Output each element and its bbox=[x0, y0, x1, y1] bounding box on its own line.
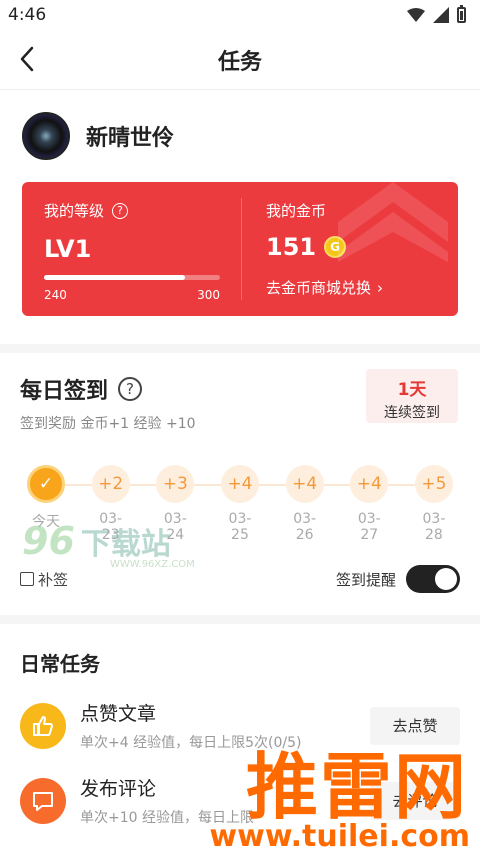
help-icon[interactable]: ? bbox=[118, 377, 143, 401]
level-coins-card: 我的等级 ? LV1 240 300 我的金币 151 G 去金币商城兑换 › bbox=[22, 182, 458, 316]
checkin-days: ✓ 今天 +2 03-23 +3 03-24 +4 03-25 +4 03-26 +4 03-27 +5… bbox=[20, 465, 460, 543]
task-item: 点赞文章 单次+4 经验值，每日上限5次(0/5) 去点赞 bbox=[20, 699, 460, 752]
task-desc: 单次+4 经验值，每日上限5次(0/5) bbox=[80, 735, 302, 751]
level-label-row: 我的等级 ? bbox=[44, 200, 219, 221]
day-label: 03-26 bbox=[293, 511, 317, 543]
task-info: 发布评论 单次+10 经验值，每日上限 bbox=[80, 774, 370, 827]
streak-label: 连续签到 bbox=[384, 405, 440, 421]
profile-section: 新晴世伶 我的等级 ? LV1 240 300 我的金币 151 G 去金币商城… bbox=[0, 90, 480, 344]
coin-shop-link[interactable]: 去金币商城兑换 › bbox=[266, 277, 434, 298]
level-label: 我的等级 bbox=[44, 202, 105, 220]
reminder-toggle[interactable] bbox=[406, 565, 460, 593]
comment-task-button[interactable]: 去评论 bbox=[370, 781, 460, 820]
coin-shop-label: 去金币商城兑换 bbox=[266, 279, 372, 297]
day-reward: +5 bbox=[414, 465, 453, 503]
day-label: 03-25 bbox=[228, 511, 252, 543]
day-reward: +4 bbox=[220, 465, 259, 503]
day-label: 今天 bbox=[32, 514, 60, 530]
like-task-button[interactable]: 去点赞 bbox=[370, 706, 460, 745]
back-arrow-icon[interactable] bbox=[14, 44, 42, 74]
chevron-right-icon: › bbox=[377, 278, 384, 297]
checkmark-icon: ✓ bbox=[27, 465, 65, 503]
task-name: 发布评论 bbox=[80, 778, 157, 800]
checkin-day: +4 03-25 bbox=[220, 465, 260, 543]
checkin-title: 每日签到 bbox=[20, 379, 109, 404]
user-row: 新晴世伶 bbox=[22, 90, 458, 182]
comment-icon bbox=[20, 777, 66, 824]
calendar-icon bbox=[20, 572, 34, 586]
makeup-label: 补签 bbox=[38, 570, 69, 589]
streak-count: 1天 bbox=[397, 380, 427, 400]
makeup-checkin-button[interactable]: 补签 bbox=[20, 569, 68, 590]
day-reward: +4 bbox=[350, 465, 389, 503]
signal-icon bbox=[433, 7, 449, 23]
checkin-day: +5 03-28 bbox=[414, 465, 454, 543]
checkin-day: +3 03-24 bbox=[155, 465, 195, 543]
task-info: 点赞文章 单次+4 经验值，每日上限5次(0/5) bbox=[80, 699, 370, 752]
reminder-label: 签到提醒 bbox=[335, 570, 396, 589]
progress-min: 240 bbox=[44, 288, 67, 302]
wifi-icon bbox=[407, 8, 425, 22]
checkin-day: +4 03-27 bbox=[349, 465, 389, 543]
status-icons bbox=[407, 5, 466, 23]
status-bar: 4:46 bbox=[0, 0, 480, 30]
level-value: LV1 bbox=[44, 235, 92, 263]
streak-badge: 1天 连续签到 bbox=[366, 369, 458, 423]
progress-max: 300 bbox=[197, 288, 220, 302]
checkin-day: +4 03-26 bbox=[285, 465, 325, 543]
checkin-bottom-row: 补签 签到提醒 bbox=[20, 565, 460, 593]
day-reward: +3 bbox=[156, 465, 195, 503]
task-item: 发布评论 单次+10 经验值，每日上限 去评论 bbox=[20, 774, 460, 827]
battery-icon bbox=[457, 5, 466, 23]
status-time: 4:46 bbox=[8, 5, 47, 25]
day-label: 03-27 bbox=[357, 511, 381, 543]
checkin-reminder: 签到提醒 bbox=[336, 565, 460, 593]
level-progress-bar bbox=[44, 275, 220, 280]
day-reward: +2 bbox=[91, 465, 130, 503]
username: 新晴世伶 bbox=[86, 126, 175, 151]
thumbs-up-icon bbox=[20, 702, 66, 749]
checkin-day: +2 03-23 bbox=[91, 465, 131, 543]
day-label: 03-28 bbox=[422, 511, 446, 543]
daily-tasks-section: 日常任务 点赞文章 单次+4 经验值，每日上限5次(0/5) 去点赞 发布评论 … bbox=[0, 624, 480, 856]
checkin-day: ✓ 今天 bbox=[26, 465, 66, 543]
task-desc: 单次+10 经验值，每日上限 bbox=[80, 810, 254, 826]
tasks-title: 日常任务 bbox=[20, 652, 100, 676]
day-label: 03-23 bbox=[99, 511, 123, 543]
help-icon[interactable]: ? bbox=[112, 202, 129, 219]
daily-checkin-section: 每日签到 ? 签到奖励 金币+1 经验 +10 1天 连续签到 ✓ 今天 +2 03-… bbox=[0, 353, 480, 615]
level-panel[interactable]: 我的等级 ? LV1 240 300 bbox=[22, 198, 242, 302]
task-name: 点赞文章 bbox=[80, 703, 157, 725]
page-title: 任务 bbox=[217, 49, 262, 75]
coins-value: 151 bbox=[266, 233, 317, 261]
chevron-decoration-icon bbox=[338, 182, 448, 262]
day-label: 03-24 bbox=[163, 511, 187, 543]
progress-labels: 240 300 bbox=[44, 288, 220, 302]
day-reward: +4 bbox=[285, 465, 324, 503]
toggle-knob bbox=[435, 568, 457, 590]
level-progress-fill bbox=[44, 275, 185, 280]
header: 任务 bbox=[0, 30, 480, 90]
avatar[interactable] bbox=[22, 112, 70, 160]
